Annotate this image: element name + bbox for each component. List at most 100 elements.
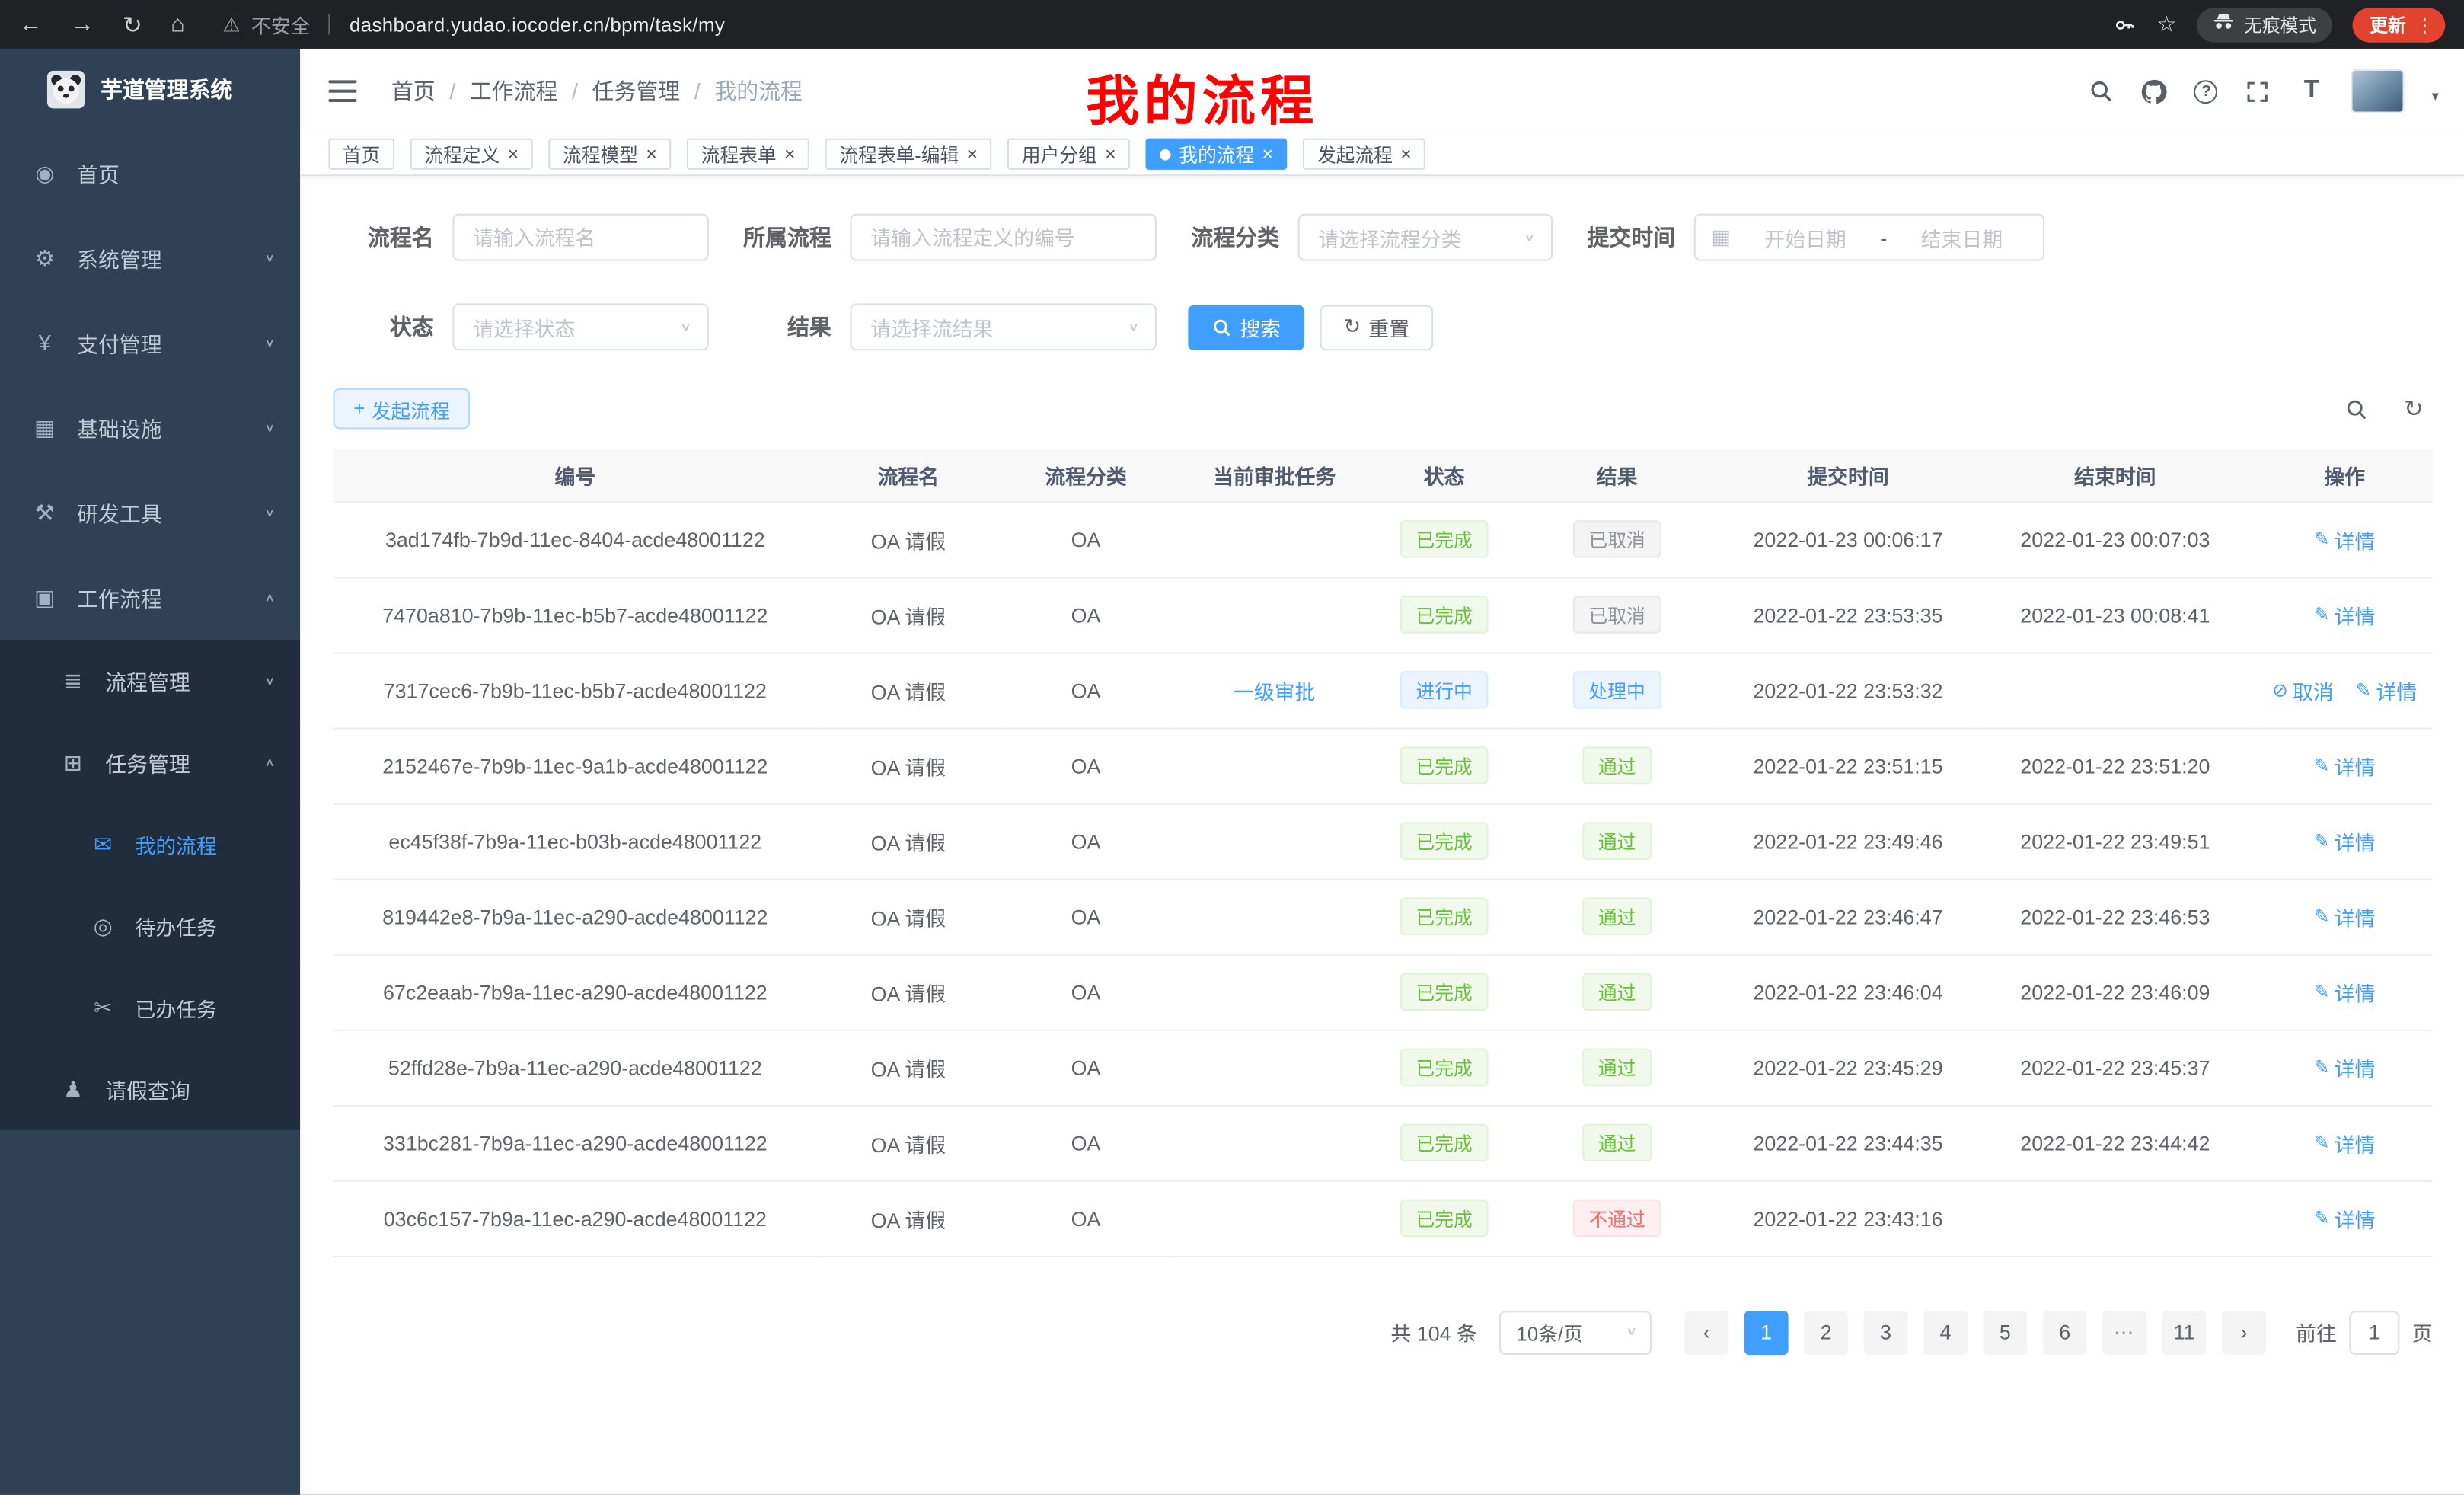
security-label[interactable]: 不安全 — [251, 9, 310, 39]
reload-icon[interactable]: ↻ — [123, 10, 142, 38]
address-bar[interactable]: ⚠ 不安全 dashboard.yudao.iocoder.cn/bpm/tas… — [222, 9, 2114, 39]
approval-task-link[interactable]: 一级审批 — [1234, 680, 1315, 704]
tab-process-definition[interactable]: 流程定义× — [410, 139, 533, 170]
tab-close-icon[interactable]: × — [646, 145, 656, 164]
avatar-caret-icon[interactable]: ▾ — [2432, 88, 2439, 106]
detail-link[interactable]: ✎详情 — [2314, 1128, 2376, 1158]
sidebar-item-my-process[interactable]: ✉我的流程 — [0, 803, 300, 885]
tab-process-form-edit[interactable]: 流程表单-编辑× — [825, 139, 992, 170]
more-pages-icon[interactable]: ⋯ — [2102, 1310, 2146, 1354]
search-icon[interactable] — [2088, 78, 2115, 104]
detail-link[interactable]: ✎详情 — [2314, 1053, 2376, 1082]
detail-link[interactable]: ✎详情 — [2314, 826, 2376, 856]
tab-close-icon[interactable]: × — [784, 145, 795, 164]
tab-close-icon[interactable]: × — [1262, 145, 1273, 164]
user-avatar[interactable] — [2351, 69, 2405, 113]
submit-time-range-picker[interactable]: ▦ 开始日期 - 结束日期 — [1694, 214, 2044, 261]
goto-page-input[interactable] — [2349, 1310, 2399, 1354]
sidebar-item-system[interactable]: ⚙系统管理∨ — [0, 216, 300, 300]
sidebar-item-task-mgmt[interactable]: ⊞任务管理∧ — [0, 721, 300, 803]
process-name-input[interactable] — [452, 214, 708, 261]
filter-row-2: 状态 请选择状态 ∨ 结果 请选择流结果 ∨ — [343, 303, 2433, 350]
password-key-icon[interactable] — [2115, 14, 2137, 36]
github-icon[interactable] — [2141, 78, 2168, 104]
tab-process-model[interactable]: 流程模型× — [548, 139, 671, 170]
detail-link[interactable]: ✎详情 — [2314, 1203, 2376, 1233]
breadcrumb-item[interactable]: 工作流程 — [470, 75, 558, 107]
app-logo[interactable]: 芋道管理系统 — [0, 49, 300, 130]
home-icon[interactable]: ⌂ — [171, 11, 185, 37]
page-button-5[interactable]: 5 — [1983, 1310, 2027, 1354]
tab-close-icon[interactable]: × — [966, 145, 977, 164]
status-badge: 进行中 — [1400, 671, 1489, 709]
result-cell: 通过 — [1511, 728, 1722, 803]
page-button-4[interactable]: 4 — [1923, 1310, 1968, 1354]
start-date-placeholder[interactable]: 开始日期 — [1740, 222, 1871, 252]
detail-label: 详情 — [2335, 750, 2376, 780]
detail-link[interactable]: ✎详情 — [2356, 675, 2418, 704]
font-size-icon[interactable]: T — [2298, 78, 2325, 104]
status-select[interactable]: 请选择状态 ∨ — [452, 303, 708, 350]
detail-link[interactable]: ✎详情 — [2314, 902, 2376, 931]
sidebar-toggle-icon[interactable] — [328, 80, 356, 102]
sidebar-item-infra[interactable]: ▦基础设施∨ — [0, 385, 300, 470]
end-date-placeholder[interactable]: 结束日期 — [1897, 222, 2028, 252]
bookmark-star-icon[interactable]: ☆ — [2156, 11, 2176, 37]
page-button-6[interactable]: 6 — [2043, 1310, 2087, 1354]
sidebar-item-payment[interactable]: ¥支付管理∨ — [0, 300, 300, 385]
prev-page-button[interactable]: ‹ — [1684, 1310, 1728, 1354]
tab-close-icon[interactable]: × — [508, 145, 519, 164]
sidebar-item-process-mgmt[interactable]: ≣流程管理∨ — [0, 640, 300, 721]
tab-start-process[interactable]: 发起流程× — [1303, 139, 1425, 170]
detail-link[interactable]: ✎详情 — [2314, 524, 2376, 554]
sidebar-item-devtools[interactable]: ⚒研发工具∨ — [0, 470, 300, 554]
tab-home[interactable]: 首页 — [328, 139, 394, 170]
tab-close-icon[interactable]: × — [1105, 145, 1116, 164]
sidebar-item-leave-query[interactable]: ♟请假查询 — [0, 1049, 300, 1130]
incognito-badge[interactable]: 无痕模式 — [2197, 7, 2332, 41]
page-size-select[interactable]: 10条/页 ∨ — [1499, 1310, 1652, 1354]
page-button-3[interactable]: 3 — [1864, 1310, 1908, 1354]
sidebar-item-workflow[interactable]: ▣工作流程∧ — [0, 555, 300, 640]
breadcrumb-item[interactable]: 首页 — [391, 75, 436, 107]
status-cell: 已完成 — [1377, 728, 1511, 803]
browser-menu-icon[interactable]: ⋮ — [2415, 14, 2434, 36]
breadcrumb-item[interactable]: 任务管理 — [592, 75, 681, 107]
fullscreen-icon[interactable] — [2245, 78, 2271, 104]
forward-icon[interactable]: → — [71, 11, 94, 37]
row-actions: ✎详情 — [2257, 902, 2433, 931]
end-time-cell: 2022-01-22 23:44:42 — [1974, 1105, 2256, 1180]
next-page-button[interactable]: › — [2222, 1310, 2266, 1354]
process-name-cell: OA 请假 — [817, 728, 999, 803]
result-cell: 通过 — [1511, 954, 1722, 1030]
tab-my-process[interactable]: 我的流程× — [1146, 139, 1288, 170]
detail-link[interactable]: ✎详情 — [2314, 750, 2376, 780]
sidebar-item-todo-task[interactable]: ◎待办任务 — [0, 885, 300, 966]
search-button[interactable]: 搜索 — [1188, 304, 1304, 350]
detail-link[interactable]: ✎详情 — [2314, 977, 2376, 1007]
breadcrumb-item[interactable]: 我的流程 — [714, 75, 803, 107]
update-button[interactable]: 更新 ⋮ — [2353, 7, 2446, 41]
back-icon[interactable]: ← — [19, 11, 43, 37]
search-toggle-icon[interactable] — [2343, 396, 2368, 421]
url-text[interactable]: dashboard.yudao.iocoder.cn/bpm/task/my — [349, 14, 725, 36]
detail-link[interactable]: ✎详情 — [2314, 599, 2376, 629]
page-button-1[interactable]: 1 — [1744, 1310, 1789, 1354]
process-id-cell: 7470a810-7b9b-11ec-b5b7-acde48001122 — [334, 577, 818, 652]
category-select[interactable]: 请选择流程分类 ∨ — [1298, 214, 1553, 261]
result-badge: 通过 — [1582, 822, 1652, 860]
tab-close-icon[interactable]: × — [1400, 145, 1411, 164]
help-icon[interactable]: ? — [2194, 79, 2218, 103]
cancel-link[interactable]: ⊘取消 — [2272, 675, 2334, 704]
tab-process-form[interactable]: 流程表单× — [687, 139, 809, 170]
refresh-icon[interactable]: ↻ — [2401, 396, 2426, 421]
sidebar-item-done-task[interactable]: ✂已办任务 — [0, 966, 300, 1048]
page-button-11[interactable]: 11 — [2162, 1310, 2207, 1354]
reset-button[interactable]: ↻ 重置 — [1320, 304, 1433, 350]
process-definition-input[interactable] — [851, 214, 1157, 261]
start-process-button[interactable]: + 发起流程 — [334, 388, 471, 430]
sidebar-item-home[interactable]: ◉首页 — [0, 130, 300, 215]
result-select[interactable]: 请选择流结果 ∨ — [851, 303, 1157, 350]
page-button-2[interactable]: 2 — [1804, 1310, 1848, 1354]
tab-user-group[interactable]: 用户分组× — [1007, 139, 1130, 170]
